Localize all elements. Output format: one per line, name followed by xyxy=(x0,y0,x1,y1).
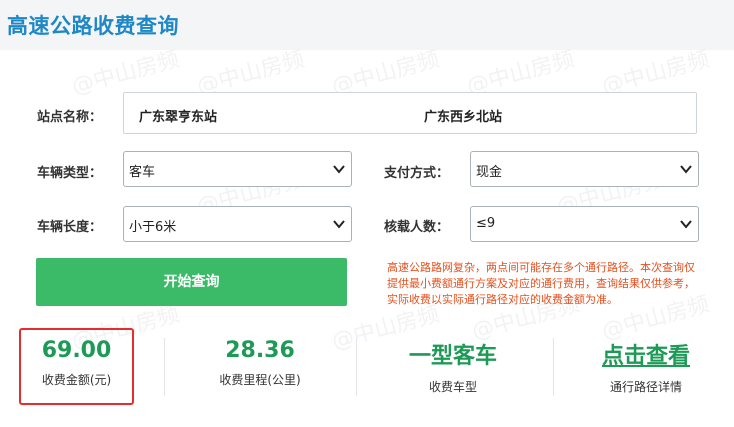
chevron-down-icon xyxy=(333,220,345,229)
vehicle-type-label: 车辆类型： xyxy=(37,166,103,181)
details-result: 点击查看 通行路径详情 xyxy=(571,338,721,395)
distance-value: 28.36 xyxy=(225,338,295,363)
passengers-label: 核载人数： xyxy=(384,220,450,235)
chevron-down-icon xyxy=(680,220,692,229)
payment-label: 支付方式： xyxy=(384,166,450,181)
station-label: 站点名称： xyxy=(37,110,103,125)
divider xyxy=(164,338,165,396)
payment-value: 现金 xyxy=(476,165,503,180)
divider xyxy=(356,338,357,396)
chevron-down-icon xyxy=(333,165,345,174)
distance-label: 收费里程(公里) xyxy=(219,373,301,387)
query-button[interactable]: 开始查询 xyxy=(36,258,347,306)
to-station[interactable]: 广东西乡北站 xyxy=(424,106,502,125)
vehicle-type-select[interactable]: 客车 xyxy=(123,151,352,187)
notice-text: 高速公路路网复杂，两点间可能存在多个通行路径。本次查询仅提供最小费额通行方案及对… xyxy=(387,261,695,306)
details-label: 通行路径详情 xyxy=(609,380,682,394)
divider xyxy=(553,338,554,396)
highlight-box xyxy=(19,328,134,405)
vehicle-type-value: 客车 xyxy=(129,165,156,180)
station-fields[interactable]: 广东翠亨东站 广东西乡北站 xyxy=(123,92,697,134)
vehicle-model-result: 一型客车 收费车型 xyxy=(378,338,528,395)
passengers-value: ≤9 xyxy=(476,216,496,231)
page-title: 高速公路收费查询 xyxy=(7,14,179,38)
distance-result: 28.36 收费里程(公里) xyxy=(185,338,335,388)
payment-select[interactable]: 现金 xyxy=(470,151,699,187)
vehicle-model-label: 收费车型 xyxy=(428,380,477,394)
details-link[interactable]: 点击查看 xyxy=(571,338,721,370)
vehicle-length-value: 小于6米 xyxy=(129,220,177,235)
chevron-down-icon xyxy=(680,165,692,174)
vehicle-model-value: 一型客车 xyxy=(408,344,497,369)
header-bar: 高速公路收费查询 xyxy=(0,0,734,50)
passengers-select[interactable]: ≤9 xyxy=(470,206,699,242)
from-station[interactable]: 广东翠亨东站 xyxy=(139,106,217,125)
vehicle-length-label: 车辆长度： xyxy=(37,220,103,235)
vehicle-length-select[interactable]: 小于6米 xyxy=(123,206,352,242)
